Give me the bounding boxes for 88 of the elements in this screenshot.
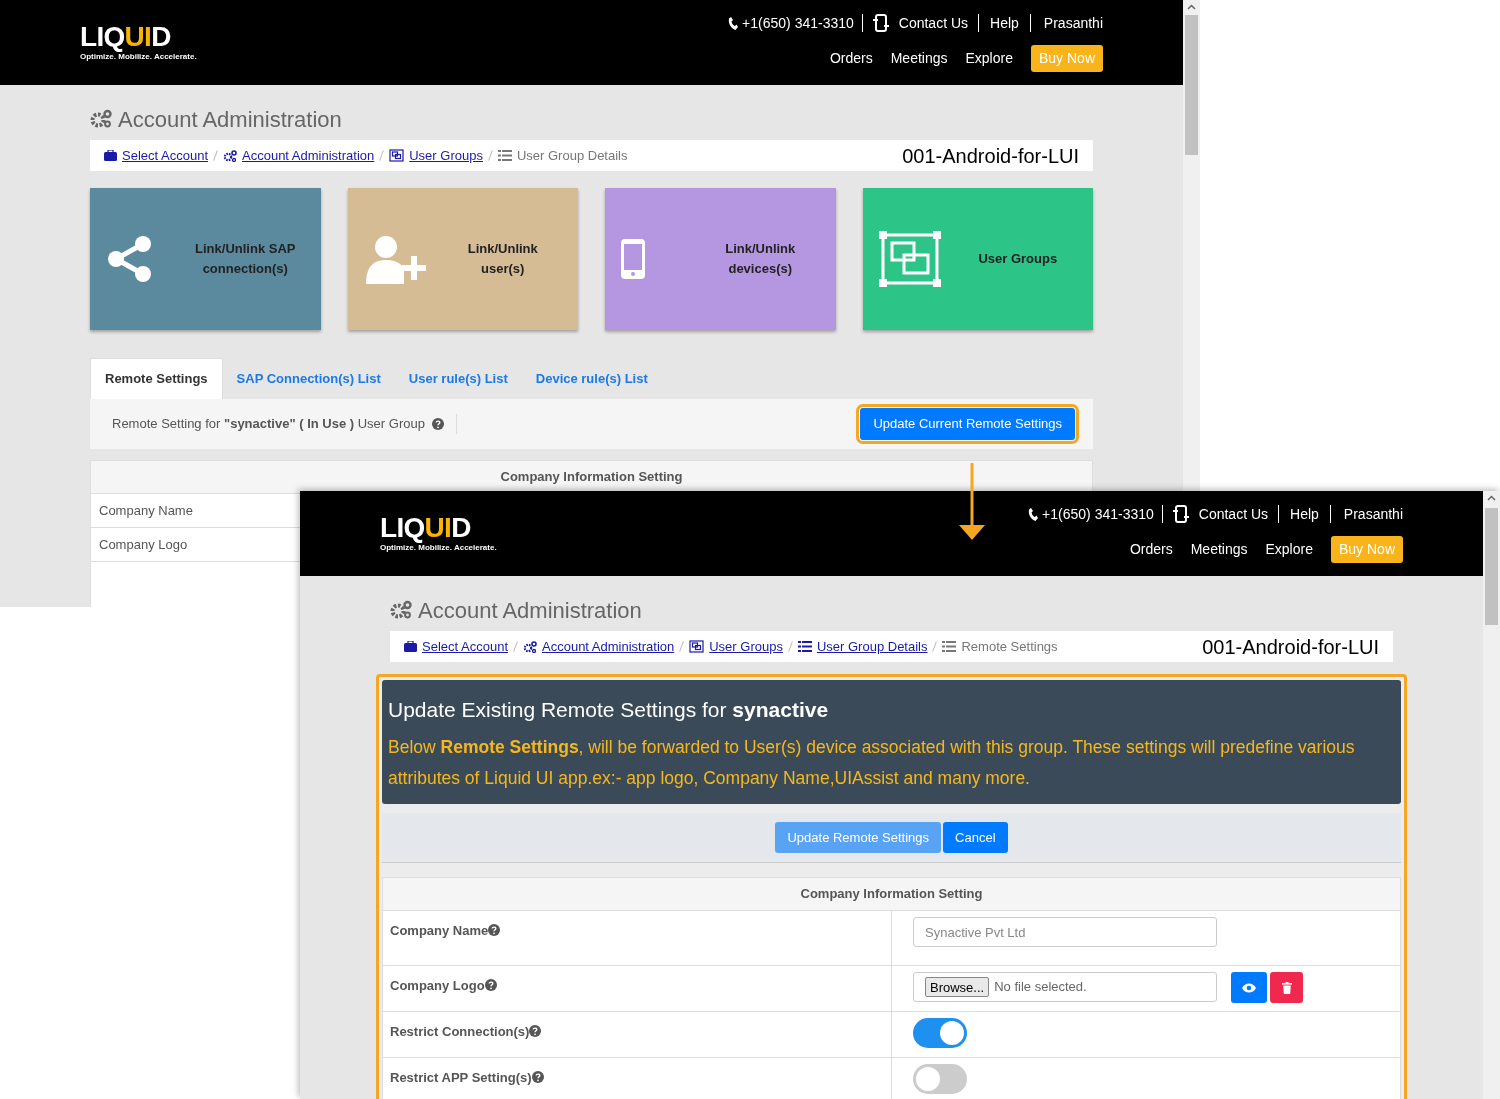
breadcrumb-link[interactable]: Select Account bbox=[122, 145, 208, 166]
help-icon bbox=[484, 979, 497, 991]
contact-link[interactable]: Contact Us bbox=[898, 12, 969, 34]
breadcrumb-link[interactable]: Select Account bbox=[422, 636, 508, 657]
gears-icon bbox=[90, 109, 112, 129]
grouped-squares-icon bbox=[389, 149, 405, 162]
briefcase-icon bbox=[404, 641, 417, 652]
file-field[interactable]: Browse... No file selected. bbox=[913, 972, 1217, 1002]
field-label: Company Name bbox=[99, 501, 193, 520]
phone-handset-icon bbox=[1028, 507, 1039, 521]
phone-handset-icon bbox=[728, 16, 739, 30]
share-icon bbox=[106, 235, 154, 283]
user-plus-icon bbox=[363, 234, 428, 284]
user-link[interactable]: Prasanthi bbox=[1330, 503, 1403, 525]
breadcrumb-link[interactable]: Account Administration bbox=[242, 145, 375, 166]
help-icon bbox=[531, 1071, 544, 1083]
logo-wordmark[interactable]: LIQUID bbox=[380, 514, 497, 542]
account-name: 001-Android-for-LUI bbox=[902, 143, 1079, 169]
scroll-up-icon[interactable] bbox=[1187, 4, 1196, 10]
scrollbar[interactable] bbox=[1483, 491, 1500, 1099]
feature-tile[interactable]: Link/Unlink SAP connection(s) bbox=[90, 188, 321, 330]
field-label: Company Name bbox=[390, 922, 489, 940]
briefcase-icon bbox=[104, 150, 117, 161]
panel-heading: Update Existing Remote Settings for synactive bbox=[388, 697, 830, 723]
breadcrumb-link[interactable]: User Groups bbox=[709, 636, 783, 657]
user-link[interactable]: Prasanthi bbox=[1030, 12, 1103, 34]
eye-icon bbox=[1242, 982, 1256, 993]
list-icon bbox=[942, 641, 957, 652]
table-heading: Company Information Setting bbox=[800, 885, 983, 904]
help-icon bbox=[431, 418, 444, 430]
company-name-field[interactable]: Synactive Pvt Ltd bbox=[913, 917, 1217, 947]
scroll-thumb[interactable] bbox=[1485, 508, 1498, 625]
toggle-switch[interactable] bbox=[913, 1018, 967, 1048]
breadcrumb-link[interactable]: User Group Details bbox=[816, 636, 928, 657]
nav-link[interactable]: Orders bbox=[829, 48, 873, 69]
scrollbar[interactable] bbox=[1183, 0, 1200, 491]
mobile-sync-icon bbox=[872, 14, 889, 32]
nav-link[interactable]: Explore bbox=[1265, 539, 1313, 560]
breadcrumb-link[interactable]: Account Administration bbox=[542, 636, 675, 657]
table-heading: Company Information Setting bbox=[500, 468, 683, 487]
nav-link[interactable]: Meetings bbox=[1190, 539, 1248, 560]
list-icon bbox=[497, 150, 512, 161]
grouped-squares-icon bbox=[878, 231, 941, 287]
breadcrumb-current: User Group Details bbox=[516, 146, 628, 165]
panel-description: Below Remote Settings, will be forwarded to User(s) device associated with this group. These settings will predefine various attributes of Liquid UI app.ex:- app logo, Company Name,UIAssist and many more. bbox=[388, 736, 1356, 790]
phone-icon bbox=[621, 239, 645, 279]
status-text: Remote Setting for "synactive" ( In Use ) User Group bbox=[112, 415, 425, 434]
preview-button[interactable] bbox=[1231, 972, 1267, 1003]
toggle-switch[interactable] bbox=[913, 1064, 967, 1094]
field-label: Company Logo bbox=[99, 535, 188, 554]
logo-tagline: Optimize. Mobilize. Accelerate. bbox=[80, 52, 197, 62]
trash-icon bbox=[1281, 981, 1292, 994]
help-icon bbox=[529, 1025, 542, 1037]
gears-icon bbox=[390, 600, 412, 620]
account-name: 001-Android-for-LUI bbox=[1202, 634, 1379, 660]
feature-tile[interactable]: User Groups bbox=[862, 188, 1093, 330]
list-icon bbox=[797, 641, 812, 652]
help-link[interactable]: Help bbox=[1279, 503, 1330, 525]
grouped-squares-icon bbox=[689, 640, 705, 653]
scroll-thumb[interactable] bbox=[1185, 15, 1198, 155]
page-title: Account Administration bbox=[118, 105, 342, 134]
nav-link[interactable]: Meetings bbox=[890, 48, 948, 69]
help-link[interactable]: Help bbox=[979, 12, 1030, 34]
tab[interactable]: Remote Settings bbox=[90, 358, 223, 399]
feature-tile[interactable]: Link/Unlink user(s) bbox=[347, 188, 578, 330]
field-label: Company Logo bbox=[390, 977, 485, 995]
field-label: Restrict APP Setting(s) bbox=[390, 1069, 532, 1087]
feature-tile[interactable]: Link/Unlink devices(s) bbox=[605, 188, 836, 330]
mobile-sync-icon bbox=[1172, 505, 1189, 523]
help-icon bbox=[488, 924, 501, 936]
form-button[interactable]: Cancel bbox=[943, 822, 1008, 853]
browse-button[interactable]: Browse... bbox=[925, 977, 990, 997]
file-status: No file selected. bbox=[994, 978, 1087, 997]
phone-number: +1(650) 341-3310 bbox=[742, 13, 854, 33]
nav-link[interactable]: Orders bbox=[1129, 539, 1173, 560]
delete-button[interactable] bbox=[1270, 972, 1303, 1003]
logo-wordmark[interactable]: LIQUID bbox=[80, 23, 197, 51]
logo-tagline: Optimize. Mobilize. Accelerate. bbox=[380, 543, 497, 553]
gears-icon bbox=[223, 149, 237, 162]
gears-icon bbox=[523, 640, 537, 653]
nav-link[interactable]: Explore bbox=[965, 48, 1013, 69]
field-label: Restrict Connection(s) bbox=[390, 1023, 530, 1041]
contact-link[interactable]: Contact Us bbox=[1198, 503, 1269, 525]
phone-number: +1(650) 341-3310 bbox=[1042, 504, 1154, 524]
scroll-up-icon[interactable] bbox=[1487, 495, 1496, 501]
page-title: Account Administration bbox=[418, 596, 642, 625]
breadcrumb-link[interactable]: User Groups bbox=[409, 145, 483, 166]
breadcrumb-current: Remote Settings bbox=[961, 637, 1058, 656]
